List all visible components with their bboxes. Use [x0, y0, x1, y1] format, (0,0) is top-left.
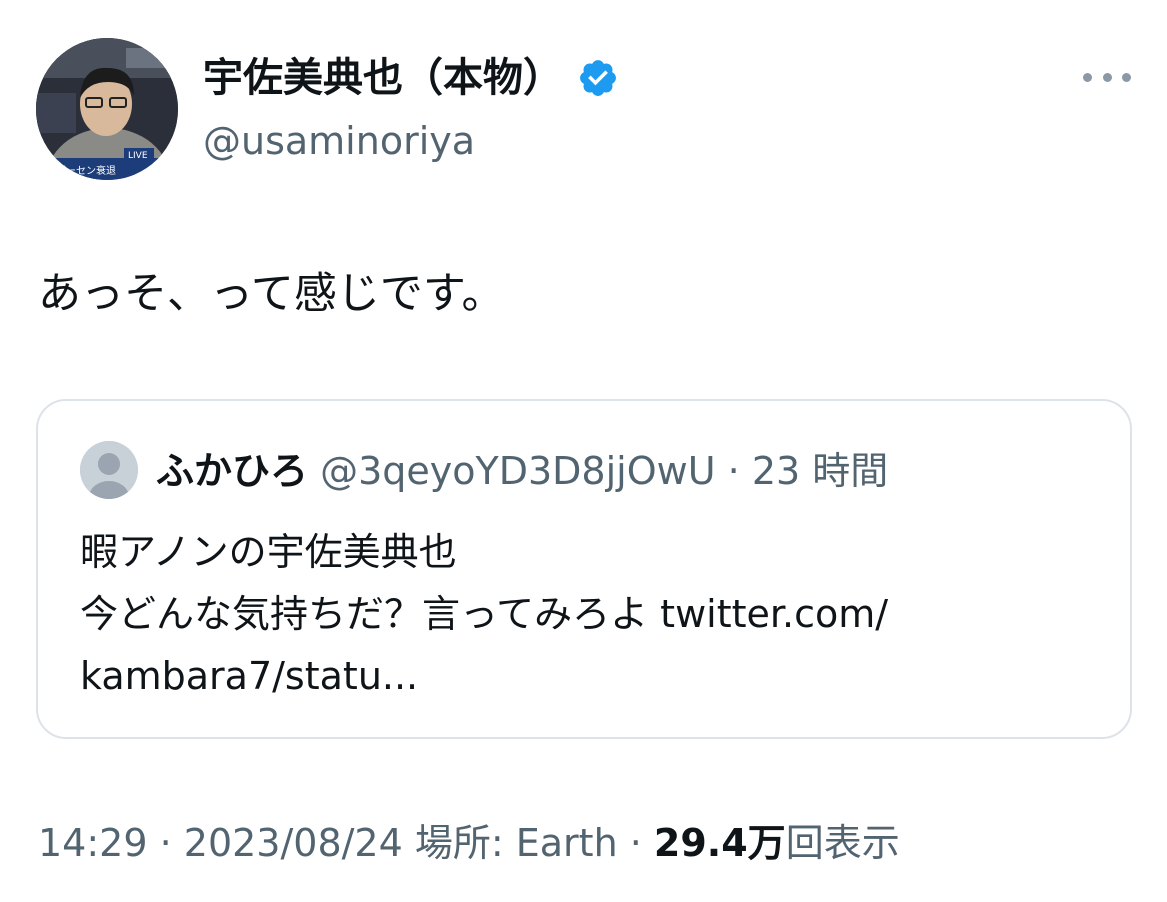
more-options-icon[interactable] — [1083, 62, 1131, 92]
views-label[interactable]: 回表示 — [786, 821, 900, 865]
quoted-separator: · — [727, 449, 740, 493]
tweet-date[interactable]: 2023/08/24 — [184, 821, 403, 865]
quoted-timestamp: 23 時間 — [751, 449, 889, 493]
author-name-text[interactable]: 宇佐美典也（本物） — [203, 50, 563, 106]
quoted-tweet-card[interactable]: ふかひろ @3qeyoYD3D8jjOwU · 23 時間 暇アノンの宇佐美典也… — [36, 399, 1132, 739]
author-avatar[interactable]: LIVE ゲーセン衰退 — [36, 38, 178, 180]
tweet-text: あっそ、って感じです。 — [38, 269, 505, 319]
meta-separator: · — [617, 821, 654, 865]
tweet-meta: 14:29 · 2023/08/24 場所: Earth · 29.4万回表示 — [38, 815, 900, 871]
meta-separator: · — [147, 821, 184, 865]
author-handle[interactable]: @usaminoriya — [203, 114, 475, 168]
author-display-name[interactable]: 宇佐美典也（本物） — [203, 50, 619, 106]
quoted-text-line: kambara7/statu... — [80, 654, 419, 698]
quoted-text-line: 暇アノンの宇佐美典也 — [80, 530, 457, 574]
quoted-text-line: 今どんな気持ちだ？言ってみろよ twitter.com/ — [80, 592, 889, 636]
quoted-tweet-header: ふかひろ @3qeyoYD3D8jjOwU · 23 時間 — [156, 443, 888, 499]
views-count[interactable]: 29.4万 — [654, 821, 786, 865]
quoted-handle[interactable]: @3qeyoYD3D8jjOwU — [320, 449, 715, 493]
quoted-display-name[interactable]: ふかひろ — [156, 449, 308, 493]
verified-badge-icon — [577, 57, 619, 99]
tweet-time[interactable]: 14:29 — [38, 821, 148, 865]
quoted-default-avatar-icon[interactable] — [80, 441, 138, 499]
quoted-tweet-text: 暇アノンの宇佐美典也 今どんな気持ちだ？言ってみろよ twitter.com/ … — [80, 521, 888, 707]
tweet-location: 場所: Earth — [402, 821, 618, 865]
svg-text:ゲーセン衰退: ゲーセン衰退 — [56, 164, 116, 177]
avatar-live-label: LIVE — [128, 151, 148, 161]
avatar-photo: LIVE ゲーセン衰退 — [36, 38, 178, 180]
